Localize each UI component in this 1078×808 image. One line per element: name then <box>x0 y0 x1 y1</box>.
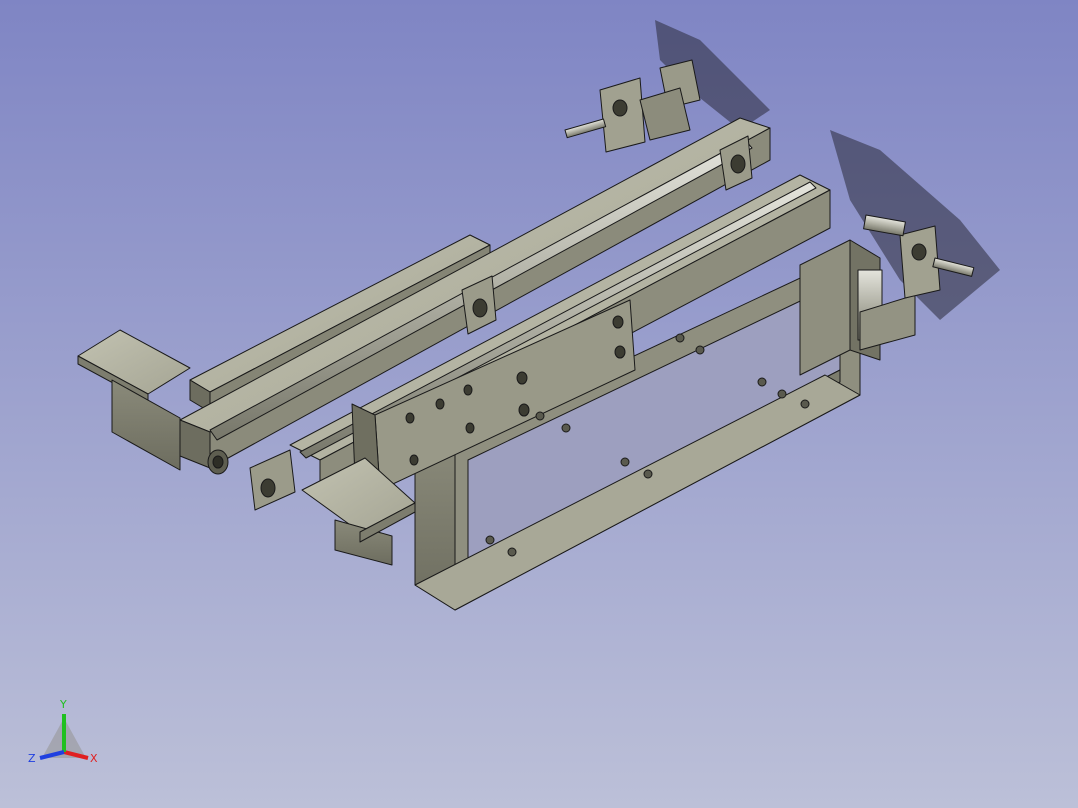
upper-clevis-hole <box>730 154 746 174</box>
upper-beam-bore-inner <box>212 455 224 469</box>
sensor-upper-bore <box>612 99 628 117</box>
sensor-right-bore <box>911 243 927 261</box>
sensor-upper-probe <box>564 118 607 139</box>
mid-clevis-hole <box>472 298 488 318</box>
front-clevis-hole <box>260 478 276 498</box>
y-axis-label: Y <box>59 698 67 711</box>
z-axis-label: Z <box>28 752 36 765</box>
x-axis-label: X <box>90 752 98 765</box>
front-clevis <box>249 449 296 511</box>
3d-viewport[interactable]: Y X Z <box>0 0 1078 808</box>
cad-model[interactable] <box>0 0 1078 808</box>
left-bracket-top <box>77 329 191 395</box>
axis-triad[interactable]: Y X Z <box>22 690 112 780</box>
